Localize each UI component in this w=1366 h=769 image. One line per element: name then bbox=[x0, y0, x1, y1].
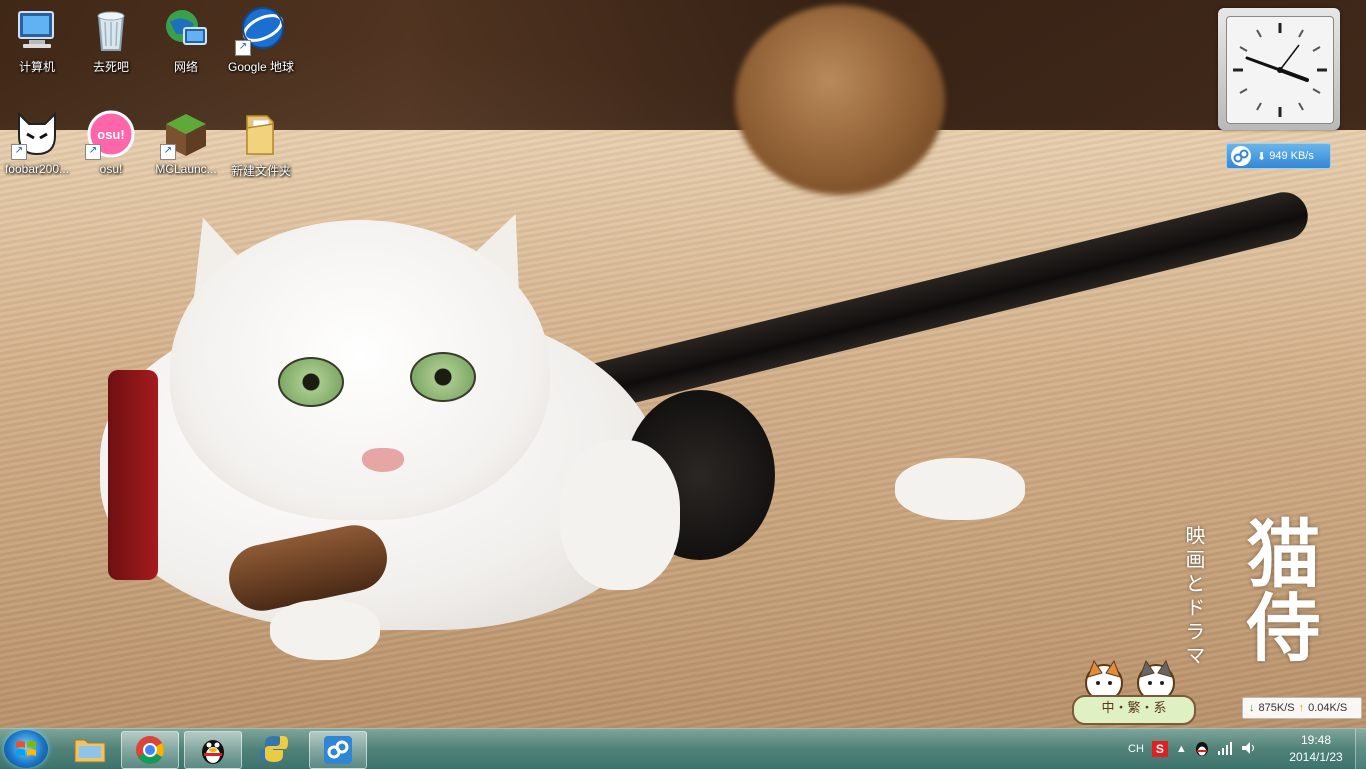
desktop-icon-osu[interactable]: osu! ↗ osu! bbox=[74, 110, 148, 176]
cloud-sync-icon bbox=[324, 736, 352, 764]
shortcut-arrow-icon: ↗ bbox=[160, 144, 176, 160]
desktop-icon-mclauncher[interactable]: ↗ MCLaunc... bbox=[149, 110, 223, 176]
taskbar: CH S ▲ 19:48 2014/1/23 bbox=[0, 728, 1366, 769]
analog-clock-icon bbox=[1226, 16, 1334, 124]
wallpaper-cat-paw bbox=[270, 600, 380, 660]
osu-icon: osu! ↗ bbox=[85, 110, 135, 160]
qq-penguin-icon bbox=[202, 740, 224, 764]
wallpaper-ribbon bbox=[108, 370, 158, 580]
desktop-icon-label: MCLaunc... bbox=[155, 162, 217, 176]
desktop-icon-network[interactable]: 网络 bbox=[149, 6, 223, 75]
clock-gadget[interactable] bbox=[1218, 8, 1340, 130]
wallpaper-logo: 映画とドラマ 猫侍 bbox=[1180, 515, 1330, 695]
language-indicator[interactable]: CH bbox=[1128, 743, 1144, 755]
desktop-icon-computer[interactable]: 计算机 bbox=[0, 6, 74, 75]
shortcut-arrow-icon: ↗ bbox=[85, 144, 101, 160]
windows-logo-icon bbox=[16, 741, 36, 756]
desktop-icon-label: foobar200... bbox=[4, 162, 70, 176]
wallpaper-title: 猫侍 bbox=[1234, 515, 1320, 663]
computer-icon bbox=[13, 6, 61, 54]
upload-speed: 0.04K/S bbox=[1308, 702, 1348, 714]
desktop-icon-recycle-bin[interactable]: 去死吧 bbox=[74, 6, 148, 75]
foobar2000-icon: ↗ bbox=[11, 110, 61, 160]
desktop-icon-label: 计算机 bbox=[18, 60, 55, 74]
taskbar-time: 19:48 bbox=[1300, 733, 1332, 747]
recycle-bin-icon bbox=[87, 6, 135, 54]
network-speed-value: 949 KB/s bbox=[1269, 150, 1314, 162]
desktop-icon-label: 网络 bbox=[173, 60, 198, 74]
folder-icon bbox=[237, 110, 285, 158]
upload-arrow-icon: ↑ bbox=[1298, 702, 1305, 714]
wallpaper-ball bbox=[735, 5, 945, 195]
show-desktop-button[interactable] bbox=[1355, 729, 1366, 769]
wallpaper-badge-text: 中・繁・系 bbox=[1072, 695, 1196, 725]
cloud-sync-icon bbox=[1230, 145, 1252, 167]
svg-text:osu!: osu! bbox=[97, 127, 124, 142]
folder-icon bbox=[74, 739, 106, 763]
taskbar-date: 2014/1/23 bbox=[1289, 750, 1343, 764]
shortcut-arrow-icon: ↗ bbox=[235, 40, 251, 56]
qq-tray-icon[interactable] bbox=[1195, 740, 1209, 759]
wallpaper-cat-eye bbox=[278, 357, 344, 407]
google-earth-icon: ↗ bbox=[235, 6, 285, 56]
desktop-icon-label: osu! bbox=[99, 162, 123, 176]
sogou-input-icon[interactable]: S bbox=[1151, 741, 1168, 757]
desktop-icon-foobar2000[interactable]: ↗ foobar200... bbox=[0, 110, 74, 176]
desktop-icon-label: 去死吧 bbox=[92, 60, 129, 74]
signal-strength-icon[interactable] bbox=[1217, 741, 1233, 758]
python-icon bbox=[260, 736, 288, 762]
desktop-icon-new-folder[interactable]: 新建文件夹 bbox=[224, 110, 298, 179]
wallpaper-cats-badge: 中・繁・系 bbox=[1072, 655, 1196, 725]
network-speed-widget[interactable]: ⬇ 949 KB/s bbox=[1226, 143, 1331, 169]
taskbar-qq-button[interactable] bbox=[184, 731, 242, 769]
wallpaper-cat-eye bbox=[410, 352, 476, 402]
chrome-icon bbox=[136, 736, 164, 764]
taskbar-explorer-button[interactable] bbox=[62, 731, 118, 767]
wallpaper-cat-paw bbox=[895, 458, 1025, 520]
desktop-icon-label: 新建文件夹 bbox=[230, 164, 291, 178]
desktop-icon-google-earth[interactable]: ↗ Google 地球 bbox=[224, 6, 298, 75]
wallpaper-cat-nose bbox=[362, 448, 404, 472]
shortcut-arrow-icon: ↗ bbox=[11, 144, 27, 160]
wallpaper-cat-paw bbox=[560, 440, 680, 590]
download-speed: 875K/S bbox=[1258, 702, 1295, 714]
taskbar-cloud-button[interactable] bbox=[309, 731, 367, 769]
minecraft-launcher-icon: ↗ bbox=[160, 110, 210, 160]
download-arrow-icon: ⬇ bbox=[1257, 150, 1267, 163]
network-icon bbox=[162, 6, 210, 54]
taskbar-python-button[interactable] bbox=[246, 731, 302, 767]
system-tray: CH S ▲ bbox=[1128, 729, 1265, 769]
download-arrow-icon: ↓ bbox=[1249, 702, 1255, 714]
taskbar-clock[interactable]: 19:48 2014/1/23 bbox=[1286, 732, 1346, 766]
volume-icon[interactable] bbox=[1241, 741, 1257, 758]
wallpaper-cat-head bbox=[170, 220, 550, 520]
show-hidden-icons-icon[interactable]: ▲ bbox=[1176, 743, 1187, 755]
wallpaper-subtitle: 映画とドラマ bbox=[1182, 525, 1206, 669]
desktop-icon-label: Google 地球 bbox=[227, 60, 295, 74]
start-button[interactable] bbox=[4, 730, 48, 768]
network-monitor-bar[interactable]: ↓ 875K/S ↑ 0.04K/S bbox=[1242, 697, 1362, 719]
taskbar-chrome-button[interactable] bbox=[121, 731, 179, 769]
